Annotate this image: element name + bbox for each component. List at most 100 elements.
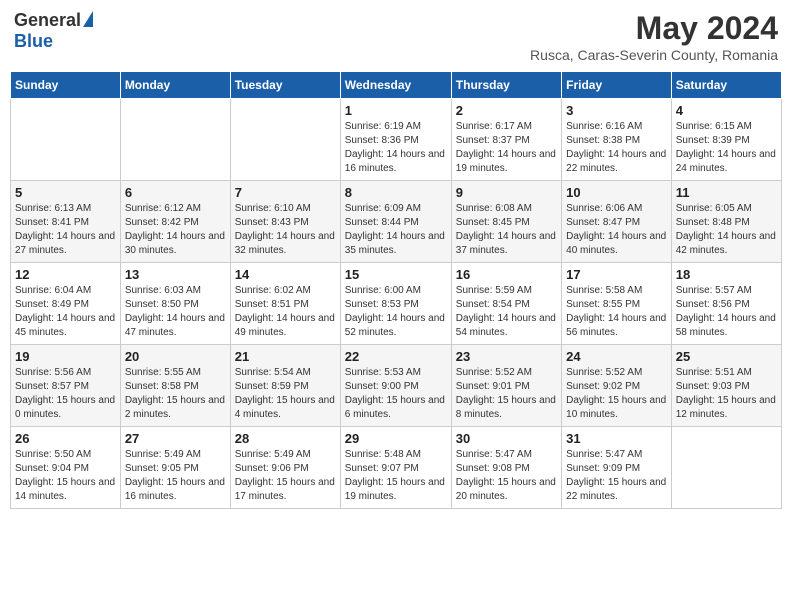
calendar-cell: 14 Sunrise: 6:02 AM Sunset: 8:51 PM Dayli… <box>230 263 340 345</box>
day-number: 11 <box>676 185 777 200</box>
calendar-cell: 12Sunrise: 6:04 AM Sunset: 8:49 PM Dayli… <box>11 263 121 345</box>
day-number: 7 <box>235 185 336 200</box>
logo-triangle-icon <box>83 11 93 27</box>
logo-general-text: General <box>14 10 81 31</box>
calendar-cell: 16 Sunrise: 5:59 AM Sunset: 8:54 PM Dayli… <box>451 263 561 345</box>
calendar-cell: 5Sunrise: 6:13 AM Sunset: 8:41 PM Daylig… <box>11 181 121 263</box>
day-number: 16 <box>456 267 557 282</box>
day-info: Sunrise: 5:51 AM Sunset: 9:03 PM Dayligh… <box>676 366 777 422</box>
day-number: 4 <box>676 103 777 118</box>
calendar-table: SundayMondayTuesdayWednesdayThursdayFrid… <box>10 71 782 509</box>
day-number: 14 <box>235 267 336 282</box>
day-info: Sunrise: 6:16 AM Sunset: 8:38 PM Dayligh… <box>566 120 667 176</box>
day-info: Sunrise: 5:50 AM Sunset: 9:04 PM Dayligh… <box>15 448 116 504</box>
day-info: Sunrise: 6:05 AM Sunset: 8:48 PM Dayligh… <box>676 202 777 258</box>
calendar-cell: 1 Sunrise: 6:19 AM Sunset: 8:36 PM Daylig… <box>340 99 451 181</box>
day-info: Sunrise: 5:49 AM Sunset: 9:05 PM Dayligh… <box>125 448 226 504</box>
day-number: 29 <box>345 431 447 446</box>
day-info: Sunrise: 5:47 AM Sunset: 9:09 PM Dayligh… <box>566 448 667 504</box>
calendar-cell: 20 Sunrise: 5:55 AM Sunset: 8:58 PM Dayli… <box>120 345 230 427</box>
day-info: Sunrise: 5:59 AM Sunset: 8:54 PM Dayligh… <box>456 284 557 340</box>
calendar-cell: 31 Sunrise: 5:47 AM Sunset: 9:09 PM Dayli… <box>562 427 672 509</box>
day-number: 22 <box>345 349 447 364</box>
weekday-header-monday: Monday <box>120 72 230 99</box>
day-info: Sunrise: 6:17 AM Sunset: 8:37 PM Dayligh… <box>456 120 557 176</box>
day-info: Sunrise: 6:12 AM Sunset: 8:42 PM Dayligh… <box>125 202 226 258</box>
day-info: Sunrise: 5:57 AM Sunset: 8:56 PM Dayligh… <box>676 284 777 340</box>
weekday-header-tuesday: Tuesday <box>230 72 340 99</box>
page-header: General Blue May 2024 Rusca, Caras-Sever… <box>10 10 782 63</box>
day-number: 15 <box>345 267 447 282</box>
day-info: Sunrise: 5:49 AM Sunset: 9:06 PM Dayligh… <box>235 448 336 504</box>
calendar-cell: 11 Sunrise: 6:05 AM Sunset: 8:48 PM Dayli… <box>671 181 781 263</box>
calendar-cell: 22Sunrise: 5:53 AM Sunset: 9:00 PM Dayli… <box>340 345 451 427</box>
day-info: Sunrise: 5:48 AM Sunset: 9:07 PM Dayligh… <box>345 448 447 504</box>
calendar-cell: 23Sunrise: 5:52 AM Sunset: 9:01 PM Dayli… <box>451 345 561 427</box>
calendar-cell: 18Sunrise: 5:57 AM Sunset: 8:56 PM Dayli… <box>671 263 781 345</box>
day-info: Sunrise: 6:00 AM Sunset: 8:53 PM Dayligh… <box>345 284 447 340</box>
calendar-cell: 3Sunrise: 6:16 AM Sunset: 8:38 PM Daylig… <box>562 99 672 181</box>
day-number: 20 <box>125 349 226 364</box>
calendar-subtitle: Rusca, Caras-Severin County, Romania <box>530 47 778 63</box>
calendar-cell: 4 Sunrise: 6:15 AM Sunset: 8:39 PM Daylig… <box>671 99 781 181</box>
title-section: May 2024 Rusca, Caras-Severin County, Ro… <box>530 10 778 63</box>
day-number: 23 <box>456 349 557 364</box>
day-number: 9 <box>456 185 557 200</box>
calendar-cell: 17 Sunrise: 5:58 AM Sunset: 8:55 PM Dayli… <box>562 263 672 345</box>
day-number: 24 <box>566 349 667 364</box>
day-info: Sunrise: 5:58 AM Sunset: 8:55 PM Dayligh… <box>566 284 667 340</box>
calendar-cell: 13Sunrise: 6:03 AM Sunset: 8:50 PM Dayli… <box>120 263 230 345</box>
weekday-header-thursday: Thursday <box>451 72 561 99</box>
calendar-cell: 28 Sunrise: 5:49 AM Sunset: 9:06 PM Dayli… <box>230 427 340 509</box>
day-number: 1 <box>345 103 447 118</box>
weekday-header-row: SundayMondayTuesdayWednesdayThursdayFrid… <box>11 72 782 99</box>
day-number: 6 <box>125 185 226 200</box>
calendar-cell: 19 Sunrise: 5:56 AM Sunset: 8:57 PM Dayli… <box>11 345 121 427</box>
day-info: Sunrise: 6:19 AM Sunset: 8:36 PM Dayligh… <box>345 120 447 176</box>
weekday-header-sunday: Sunday <box>11 72 121 99</box>
calendar-title: May 2024 <box>530 10 778 47</box>
day-number: 19 <box>15 349 116 364</box>
day-info: Sunrise: 6:06 AM Sunset: 8:47 PM Dayligh… <box>566 202 667 258</box>
day-number: 30 <box>456 431 557 446</box>
day-info: Sunrise: 6:15 AM Sunset: 8:39 PM Dayligh… <box>676 120 777 176</box>
calendar-week-row: 1 Sunrise: 6:19 AM Sunset: 8:36 PM Daylig… <box>11 99 782 181</box>
day-info: Sunrise: 6:02 AM Sunset: 8:51 PM Dayligh… <box>235 284 336 340</box>
calendar-cell: 24 Sunrise: 5:52 AM Sunset: 9:02 PM Dayli… <box>562 345 672 427</box>
logo: General Blue <box>14 10 93 52</box>
calendar-cell: 8 Sunrise: 6:09 AM Sunset: 8:44 PM Daylig… <box>340 181 451 263</box>
day-number: 17 <box>566 267 667 282</box>
day-number: 13 <box>125 267 226 282</box>
day-number: 8 <box>345 185 447 200</box>
day-info: Sunrise: 5:55 AM Sunset: 8:58 PM Dayligh… <box>125 366 226 422</box>
day-number: 5 <box>15 185 116 200</box>
day-info: Sunrise: 5:56 AM Sunset: 8:57 PM Dayligh… <box>15 366 116 422</box>
day-info: Sunrise: 5:52 AM Sunset: 9:02 PM Dayligh… <box>566 366 667 422</box>
calendar-cell: 15 Sunrise: 6:00 AM Sunset: 8:53 PM Dayli… <box>340 263 451 345</box>
day-info: Sunrise: 6:09 AM Sunset: 8:44 PM Dayligh… <box>345 202 447 258</box>
calendar-cell <box>11 99 121 181</box>
calendar-cell: 29 Sunrise: 5:48 AM Sunset: 9:07 PM Dayli… <box>340 427 451 509</box>
weekday-header-friday: Friday <box>562 72 672 99</box>
calendar-week-row: 19 Sunrise: 5:56 AM Sunset: 8:57 PM Dayli… <box>11 345 782 427</box>
day-info: Sunrise: 6:04 AM Sunset: 8:49 PM Dayligh… <box>15 284 116 340</box>
weekday-header-saturday: Saturday <box>671 72 781 99</box>
day-info: Sunrise: 5:47 AM Sunset: 9:08 PM Dayligh… <box>456 448 557 504</box>
calendar-cell: 7 Sunrise: 6:10 AM Sunset: 8:43 PM Daylig… <box>230 181 340 263</box>
day-number: 10 <box>566 185 667 200</box>
day-info: Sunrise: 5:54 AM Sunset: 8:59 PM Dayligh… <box>235 366 336 422</box>
calendar-cell: 25Sunrise: 5:51 AM Sunset: 9:03 PM Dayli… <box>671 345 781 427</box>
day-info: Sunrise: 6:10 AM Sunset: 8:43 PM Dayligh… <box>235 202 336 258</box>
day-number: 31 <box>566 431 667 446</box>
calendar-cell: 26Sunrise: 5:50 AM Sunset: 9:04 PM Dayli… <box>11 427 121 509</box>
calendar-cell: 27Sunrise: 5:49 AM Sunset: 9:05 PM Dayli… <box>120 427 230 509</box>
logo-blue-text: Blue <box>14 31 53 52</box>
calendar-cell <box>120 99 230 181</box>
calendar-cell: 10 Sunrise: 6:06 AM Sunset: 8:47 PM Dayli… <box>562 181 672 263</box>
calendar-cell <box>230 99 340 181</box>
calendar-cell: 21Sunrise: 5:54 AM Sunset: 8:59 PM Dayli… <box>230 345 340 427</box>
calendar-cell <box>671 427 781 509</box>
calendar-cell: 9Sunrise: 6:08 AM Sunset: 8:45 PM Daylig… <box>451 181 561 263</box>
day-number: 28 <box>235 431 336 446</box>
weekday-header-wednesday: Wednesday <box>340 72 451 99</box>
